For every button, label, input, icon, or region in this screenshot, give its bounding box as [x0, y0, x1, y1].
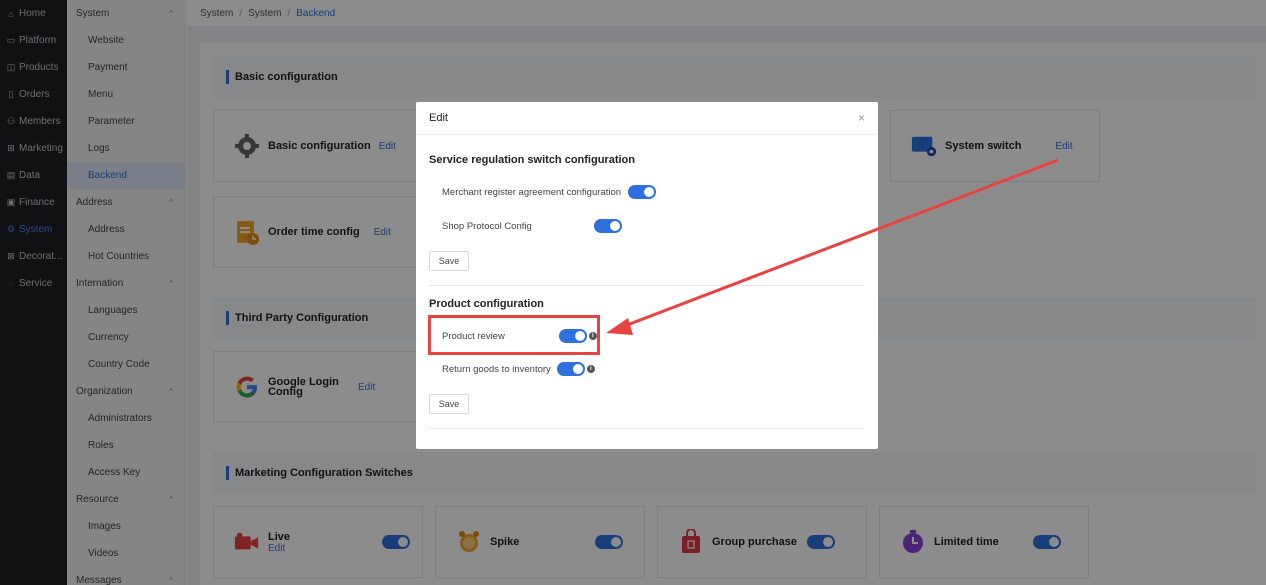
product-section-title: Product configuration	[429, 298, 544, 310]
save-product-button[interactable]: Save	[429, 394, 469, 414]
merchant-register-toggle[interactable]	[628, 185, 657, 199]
service-section-title: Service regulation switch configuration	[429, 154, 635, 166]
shop-protocol-toggle[interactable]	[593, 219, 622, 233]
merchant-register-row: Merchant register agreement configuratio…	[442, 182, 657, 202]
return-goods-toggle[interactable]	[556, 362, 585, 376]
divider	[429, 428, 864, 429]
edit-modal: Edit × Service regulation switch configu…	[416, 102, 878, 449]
return-goods-row: Return goods to inventory i	[442, 359, 595, 379]
divider	[429, 285, 864, 286]
close-icon[interactable]: ×	[858, 111, 865, 125]
save-service-button[interactable]: Save	[429, 251, 469, 271]
shop-protocol-row: Shop Protocol Config	[442, 216, 622, 236]
annotation-highlight-box	[428, 315, 600, 355]
modal-header: Edit ×	[416, 102, 878, 135]
modal-title: Edit	[429, 112, 448, 124]
info-icon[interactable]: i	[586, 365, 595, 373]
